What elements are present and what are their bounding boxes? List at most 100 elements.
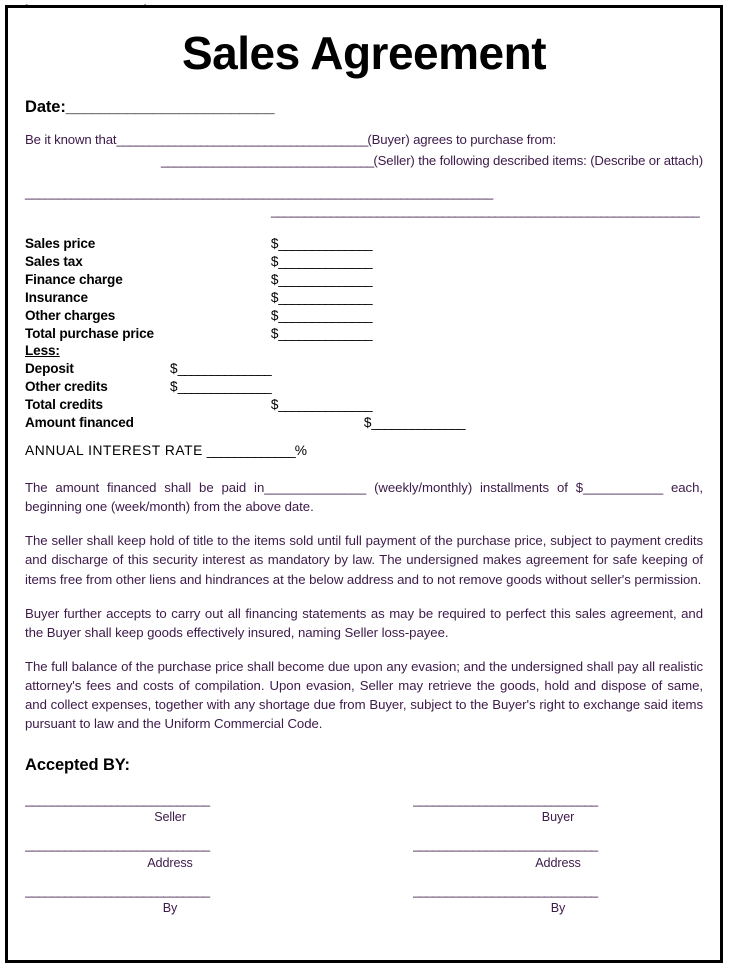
signature-caption-buyer: Buyer (541, 810, 575, 825)
price-breakdown-body: Sales price $______________ Sales tax $____… (25, 235, 466, 432)
annual-interest-rate-row: ANNUAL INTEREST RATE _____________% (25, 443, 703, 458)
intro-buyer-suffix-text: (Buyer) agrees to purchase from: (367, 132, 557, 148)
date-label: Date: (25, 98, 66, 117)
price-row-label: Other credits (25, 379, 108, 395)
signature-line-by[interactable]: ____________________________ (25, 884, 315, 899)
price-row: Amount financed $______________ (25, 414, 466, 432)
signature-line-address[interactable]: ____________________________ (25, 838, 315, 853)
signature-row: ____________________________ By __________… (25, 884, 703, 916)
date-input-blank[interactable]: ________________________ (66, 98, 275, 116)
price-row-spacer (170, 307, 271, 325)
price-row-spacer (170, 396, 271, 414)
price-row-label: Sales price (25, 235, 96, 251)
price-breakdown-table: Sales price $______________ Sales tax $____… (25, 235, 466, 432)
dollar-sign: $ (170, 361, 178, 377)
price-row-spacer (170, 253, 271, 271)
price-row: Other credits $______________ (25, 378, 465, 396)
signature-row: ____________________________ Address _____… (25, 838, 703, 870)
signature-caption-by: By (162, 901, 178, 916)
percent-symbol: % (294, 442, 308, 458)
price-row-label: Other charges (25, 307, 116, 323)
price-row-spacer (271, 414, 364, 432)
introduction-block: Be it known that________________________… (25, 130, 703, 170)
buyer-name-blank[interactable]: _______________________________________ (116, 132, 368, 147)
intro-prefix-text: Be it known that (25, 132, 117, 148)
signature-cell-right: ____________________________ Address (413, 838, 703, 870)
price-row-amount-blank[interactable]: $______________ (271, 325, 465, 343)
price-row-amount-blank[interactable]: $______________ (271, 271, 465, 289)
price-row-spacer (170, 414, 271, 432)
price-row-spacer (170, 325, 271, 343)
price-row-spacer (271, 360, 465, 378)
signature-line-address[interactable]: ____________________________ (413, 838, 703, 853)
price-row: Sales price $______________ (25, 235, 465, 253)
dollar-sign: $ (270, 325, 279, 341)
paragraph-financing-statements: Buyer further accepts to carry out all f… (25, 605, 703, 640)
intro-line-seller: _________________________________(Seller… (25, 151, 703, 171)
described-items-blank-lines: ________________________________________… (25, 184, 703, 220)
price-row: Finance charge $______________ (25, 271, 465, 289)
dollar-sign: $ (270, 397, 279, 413)
intro-seller-suffix-text: (Seller) the following described items: … (373, 152, 703, 168)
signature-caption-by: By (550, 901, 566, 916)
signature-line-seller[interactable]: ____________________________ (25, 793, 315, 808)
price-row: Total purchase price $______________ (25, 325, 465, 343)
page-title: Sales Agreement (181, 27, 547, 79)
date-field-row: Date:________________________ (25, 98, 703, 117)
price-row-spacer (170, 342, 465, 360)
dollar-sign: $ (170, 379, 178, 395)
price-row: Total credits $______________ (25, 396, 465, 414)
price-row-label: Finance charge (25, 271, 123, 287)
price-row-label: Amount financed (25, 415, 134, 431)
described-items-blank-line-2[interactable]: ________________________________________… (25, 202, 703, 220)
price-row-amount-blank[interactable]: $______________ (271, 235, 465, 253)
price-row-amount-blank[interactable]: $______________ (363, 414, 466, 432)
signature-row: ____________________________ Seller ______… (25, 793, 703, 825)
price-row: Other charges $______________ (25, 307, 465, 325)
price-row-amount-blank[interactable]: $______________ (271, 253, 465, 271)
signature-block: ____________________________ Seller ______… (25, 793, 703, 916)
agreement-sheet: Sales Agreement Date:___________________… (5, 5, 723, 963)
dollar-sign: $ (270, 235, 279, 251)
price-row-amount-blank[interactable]: $______________ (170, 360, 272, 378)
signature-cell-left: ____________________________ By (25, 884, 315, 916)
price-row: Less: (25, 342, 465, 360)
signature-cell-left: ____________________________ Seller (25, 793, 315, 825)
dollar-sign: $ (270, 253, 279, 269)
signature-line-by[interactable]: ____________________________ (413, 884, 703, 899)
signature-cell-right: ____________________________ By (413, 884, 703, 916)
signature-caption-seller: Seller (154, 810, 186, 825)
price-row-label: Insurance (25, 289, 88, 305)
price-row-amount-blank[interactable]: $______________ (271, 289, 465, 307)
price-row-amount-blank[interactable]: $______________ (271, 396, 465, 414)
signature-line-buyer[interactable]: ____________________________ (413, 793, 703, 808)
price-row: Sales tax $______________ (25, 253, 465, 271)
paragraph-default-remedies: The full balance of the purchase price s… (25, 658, 703, 732)
dollar-sign: $ (270, 271, 279, 287)
signature-cell-left: ____________________________ Address (25, 838, 315, 870)
price-row-spacer (170, 289, 271, 307)
described-items-blank-line-1[interactable]: ________________________________________… (25, 184, 703, 202)
annual-interest-rate-blank[interactable]: _____________ (207, 443, 296, 458)
document-page: Sales Agreement Template Sales Agreement… (0, 0, 740, 979)
price-row-label: Total credits (25, 397, 103, 413)
signature-cell-right: ____________________________ Buyer (413, 793, 703, 825)
price-row: Deposit $______________ (25, 360, 465, 378)
price-row-label: Deposit (25, 361, 74, 377)
seller-name-blank[interactable]: _________________________________ (161, 153, 374, 168)
less-subheading: Less: (25, 343, 60, 359)
accepted-by-heading: Accepted BY: (25, 755, 130, 774)
price-row-amount-blank[interactable]: $______________ (271, 307, 465, 325)
signature-caption-address: Address (535, 855, 581, 870)
annual-interest-rate-label: ANNUAL INTEREST RATE (25, 442, 203, 458)
price-row-spacer (170, 235, 271, 253)
price-row-amount-blank[interactable]: $______________ (170, 378, 272, 396)
dollar-sign: $ (363, 415, 372, 431)
price-row-label: Less: (25, 342, 170, 360)
dollar-sign: $ (270, 307, 279, 323)
price-row-label: Total purchase price (25, 325, 154, 341)
dollar-sign: $ (270, 289, 279, 305)
intro-line-buyer: Be it known that________________________… (25, 130, 703, 150)
price-row-label: Sales tax (25, 253, 83, 269)
price-row-spacer (271, 378, 465, 396)
